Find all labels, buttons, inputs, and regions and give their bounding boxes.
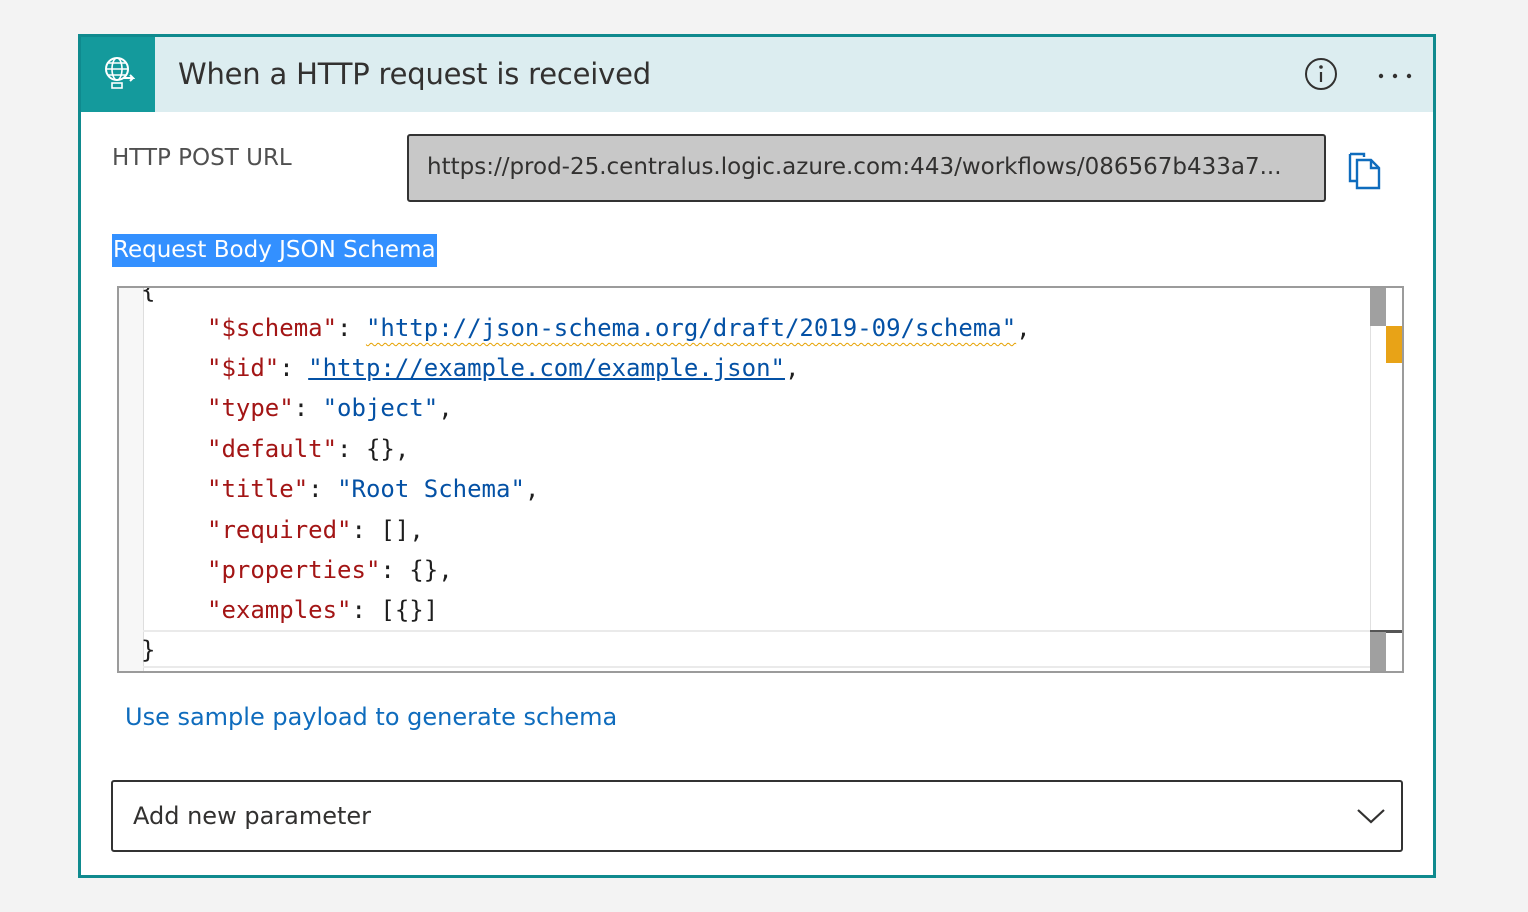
- code-line: "required": [],: [207, 516, 424, 544]
- json-schema-editor[interactable]: { "$schema": "http://json-schema.org/dra…: [117, 286, 1404, 673]
- add-new-parameter-dropdown[interactable]: Add new parameter: [111, 780, 1403, 852]
- editor-gutter: [119, 288, 144, 671]
- code-line: "properties": {},: [207, 556, 453, 584]
- code-line: "type": "object",: [207, 394, 453, 422]
- code-line: "$schema": "http://json-schema.org/draft…: [207, 314, 1031, 342]
- http-trigger-card: When a HTTP request is received HTTP POS…: [78, 34, 1436, 878]
- close-brace: }: [141, 636, 156, 664]
- code-line: "default": {},: [207, 435, 410, 463]
- copy-url-button[interactable]: [1347, 149, 1383, 191]
- more-options-icon: [1378, 73, 1412, 79]
- card-header[interactable]: When a HTTP request is received: [81, 37, 1433, 112]
- copy-icon: [1348, 152, 1381, 190]
- scrollbar-thumb[interactable]: [1370, 288, 1386, 326]
- warning-marker: [1386, 326, 1402, 363]
- http-post-url-value: https://prod-25.centralus.logic.azure.co…: [427, 154, 1282, 180]
- more-options-button[interactable]: [1375, 57, 1415, 91]
- http-post-url-field[interactable]: https://prod-25.centralus.logic.azure.co…: [407, 134, 1326, 202]
- open-brace: {: [141, 286, 156, 304]
- info-icon: [1305, 58, 1337, 90]
- chevron-down-icon: [1357, 809, 1385, 824]
- trigger-title: When a HTTP request is received: [178, 57, 651, 91]
- add-new-parameter-placeholder: Add new parameter: [133, 802, 372, 830]
- code-line: "examples": [{}]: [207, 596, 439, 624]
- code-line: "$id": "http://example.com/example.json"…: [207, 354, 800, 382]
- globe-request-icon: [105, 57, 135, 89]
- info-button[interactable]: [1304, 57, 1338, 91]
- scrollbar-thumb-bottom[interactable]: [1370, 632, 1386, 671]
- use-sample-payload-link[interactable]: Use sample payload to generate schema: [125, 703, 617, 731]
- current-line-highlight: [143, 630, 1370, 668]
- http-post-url-label: HTTP POST URL: [112, 145, 292, 171]
- code-line: "title": "Root Schema",: [207, 475, 540, 503]
- trigger-icon-tile: [81, 37, 155, 112]
- request-body-schema-label: Request Body JSON Schema: [112, 234, 437, 267]
